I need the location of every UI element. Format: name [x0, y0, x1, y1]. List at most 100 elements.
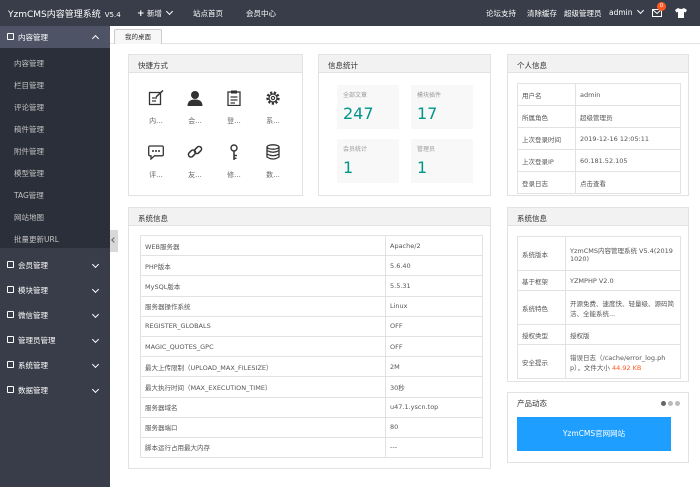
stat-label: 会员统计	[343, 146, 368, 153]
chevron-down-icon	[91, 335, 100, 344]
data-icon	[7, 386, 14, 393]
carousel-indicator[interactable]	[659, 400, 680, 408]
table-row: 系统版本 YzmCMS内容管理系统 V5.4(20191020)	[517, 236, 681, 271]
sidebar-item-category[interactable]: 栏目管理	[14, 80, 44, 91]
carousel-dot[interactable]	[668, 401, 673, 406]
panel-header: 产品动态	[508, 393, 688, 411]
sidebar-collapse-button[interactable]	[110, 230, 118, 252]
table-cell: 系统特色	[517, 290, 566, 325]
table-cell: 2M	[385, 356, 483, 378]
sidebar-group-module[interactable]: 模块管理	[0, 279, 110, 301]
new-menu[interactable]: + 新增	[137, 7, 173, 19]
sidebar-group-system[interactable]: 系统管理	[0, 354, 110, 376]
sidebar-group-wechat[interactable]: 微信管理	[0, 304, 110, 326]
quick-link-login-log[interactable]: 登...	[219, 85, 249, 129]
version: V5.4	[104, 11, 121, 19]
tab-desktop[interactable]: 我的桌面	[114, 29, 162, 44]
sidebar-group-admin[interactable]: 管理员管理	[0, 329, 110, 351]
table-row: 安全提示 错误日志（/cache/error_log.php），文件大小 44.9…	[517, 344, 681, 379]
stat-admins[interactable]: 管理员 1	[411, 139, 473, 183]
sidebar-group-content[interactable]: 内容管理	[0, 26, 110, 48]
table-row: 最大执行时间（MAX_EXECUTION_TIME） 30秒	[140, 376, 483, 398]
quick-link-comment[interactable]: 评...	[141, 139, 171, 183]
table-cell: REGISTER_GLOBALS	[140, 315, 386, 337]
table-cell: 服务器端口	[140, 416, 386, 438]
chevron-down-icon	[91, 310, 100, 319]
chevron-down-icon	[91, 360, 100, 369]
chevron-down-icon	[165, 7, 173, 16]
table-cell: 最大上传限制（UPLOAD_MAX_FILESIZE）	[140, 356, 386, 378]
table-cell: 授权类型	[517, 324, 566, 345]
table-cell: 超级管理员	[575, 105, 681, 128]
clear-cache-link[interactable]: 清除缓存	[527, 8, 557, 19]
sidebar-item-comment[interactable]: 评论管理	[14, 102, 44, 113]
sidebar-group-label: 会员管理	[18, 261, 48, 270]
new-menu-label: 新增	[146, 9, 162, 18]
stat-value: 247	[343, 104, 374, 123]
sidebar-group-data[interactable]: 数据管理	[0, 379, 110, 401]
carousel-dot[interactable]	[661, 401, 666, 406]
site-home-link[interactable]: 站点首页	[193, 8, 223, 19]
table-row: 服务器端口 80	[140, 416, 483, 438]
sidebar-group-label: 数据管理	[18, 386, 48, 395]
profile-table: 用户名 admin 所属角色 超级管理员 上次登录时间 2019-12-16 12:0…	[517, 83, 681, 194]
sidebar-item-tag[interactable]: TAG管理	[14, 190, 44, 201]
table-cell: OFF	[385, 315, 483, 337]
stat-articles[interactable]: 全部文章 247	[337, 85, 399, 129]
table-cell: 所属角色	[517, 105, 576, 128]
stat-modules[interactable]: 模块插件 17	[411, 85, 473, 129]
table-row: 最大上传限制（UPLOAD_MAX_FILESIZE） 2M	[140, 356, 483, 378]
quick-link-content[interactable]: 内...	[141, 85, 171, 129]
plus-icon: +	[137, 9, 145, 19]
system-info-panel-2: 系统信息 系统版本 YzmCMS内容管理系统 V5.4(20191020) 基于框…	[507, 207, 689, 382]
quick-link-label: 会...	[188, 117, 202, 125]
user-menu[interactable]: admin	[609, 6, 644, 17]
sidebar-item-draft[interactable]: 稿件管理	[14, 124, 44, 135]
chevron-left-icon	[111, 237, 117, 243]
carousel-dot[interactable]	[675, 401, 680, 406]
chevron-down-icon	[636, 6, 644, 15]
panel-header: 系统信息	[508, 208, 688, 226]
stat-members[interactable]: 会员统计 1	[337, 139, 399, 183]
table-cell: 授权版	[565, 324, 681, 345]
member-center-link[interactable]: 会员中心	[246, 8, 276, 19]
official-site-button[interactable]: YzmCMS官网网站	[517, 417, 671, 451]
sidebar-item-model[interactable]: 模型管理	[14, 168, 44, 179]
table-cell: 脚本运行占用最大内存	[140, 436, 386, 459]
quick-link-database[interactable]: 数...	[258, 139, 288, 183]
table-row: 服务器操作系统 Linux	[140, 295, 483, 317]
stat-value: 1	[417, 158, 428, 177]
user-name: admin	[609, 8, 633, 17]
table-cell: 5.6.40	[385, 255, 483, 277]
edit-icon	[148, 90, 164, 106]
sidebar-item-batch-url[interactable]: 批量更新URL	[14, 234, 59, 245]
stat-value: 1	[343, 158, 354, 177]
quick-link-member[interactable]: 会...	[180, 85, 210, 129]
quick-link-friend-link[interactable]: 友...	[180, 139, 210, 183]
table-row: 登录日志 点击查看	[517, 171, 681, 194]
table-row: 用户名 admin	[517, 83, 681, 106]
table-row: 所属角色 超级管理员	[517, 105, 681, 128]
panel-title: 快捷方式	[138, 61, 168, 70]
sidebar-item-content[interactable]: 内容管理	[14, 58, 44, 69]
forum-link[interactable]: 论坛支持	[486, 8, 516, 19]
table-cell: 服务器操作系统	[140, 295, 386, 317]
admin-icon	[7, 336, 14, 343]
quick-link-system[interactable]: 系...	[258, 85, 288, 129]
stat-label: 模块插件	[417, 92, 442, 99]
table-cell: 60.181.52.105	[575, 149, 681, 172]
table-cell: MySQL版本	[140, 275, 386, 297]
sidebar-group-member[interactable]: 会员管理	[0, 254, 110, 276]
table-row: MySQL版本 5.5.31	[140, 275, 483, 297]
table-row: 上次登录时间 2019-12-16 12:05:11	[517, 127, 681, 150]
logo[interactable]: YzmCMS内容管理系统 V5.4	[8, 7, 121, 20]
theme-icon[interactable]	[675, 8, 687, 18]
quick-link-password[interactable]: 修...	[219, 139, 249, 183]
chevron-up-icon	[91, 34, 100, 43]
table-cell: YzmCMS内容管理系统 V5.4(20191020)	[565, 236, 681, 271]
table-cell: 30秒	[385, 376, 483, 398]
sidebar-item-sitemap[interactable]: 网站地图	[14, 212, 44, 223]
system-info-panel: 系统信息 WEB服务器 Apache/2 PHP版本 5.6.40 MySQL版本 5…	[128, 207, 491, 469]
login-log-link[interactable]: 点击查看	[575, 171, 681, 194]
sidebar-item-attachment[interactable]: 附件管理	[14, 146, 44, 157]
